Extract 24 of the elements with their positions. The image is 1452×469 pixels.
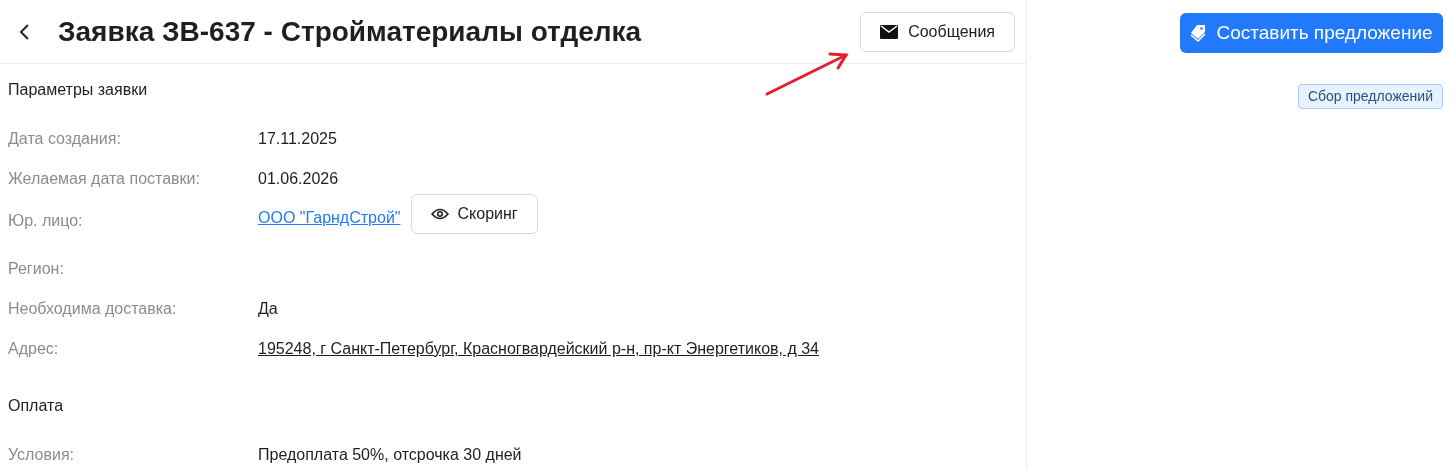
make-offer-button[interactable]: Составить предложение (1180, 13, 1443, 53)
messages-button[interactable]: Сообщения (860, 11, 1015, 52)
eye-icon (430, 208, 449, 220)
status-tag: Сбор предложений (1297, 84, 1443, 109)
field-label: Дата создания: (8, 129, 122, 149)
field-value: Да (258, 299, 278, 319)
field-label: Адрес: (8, 339, 60, 359)
field-label: Необходима доставка: (8, 299, 178, 319)
page-title: Заявка ЗВ-637 - Стройматериалы отделка (58, 14, 642, 49)
section-title: Параметры заявки (8, 80, 148, 100)
field-value: 01.06.2026 (258, 169, 339, 189)
back-icon[interactable] (18, 22, 32, 41)
field-value: Предоплата 50%, отсрочка 30 дней (258, 445, 522, 465)
field-label: Желаемая дата поставки: (8, 169, 201, 189)
field-value: 17.11.2025 (258, 129, 337, 149)
tag-icon (1190, 24, 1207, 42)
field-label: Регион: (8, 259, 65, 279)
address-link[interactable]: 195248, г Санкт-Петербург, Красногвардейский р-н, пр-кт Энергетиков, д 34 (258, 337, 819, 361)
scoring-button[interactable]: Скоринг (410, 194, 538, 234)
section-title: Оплата (8, 396, 64, 416)
field-label: Юр. лицо: (8, 211, 84, 231)
envelope-icon (880, 24, 899, 39)
company-link[interactable]: ООО "ГарндСтрой" (258, 206, 401, 230)
field-label: Условия: (8, 445, 76, 465)
